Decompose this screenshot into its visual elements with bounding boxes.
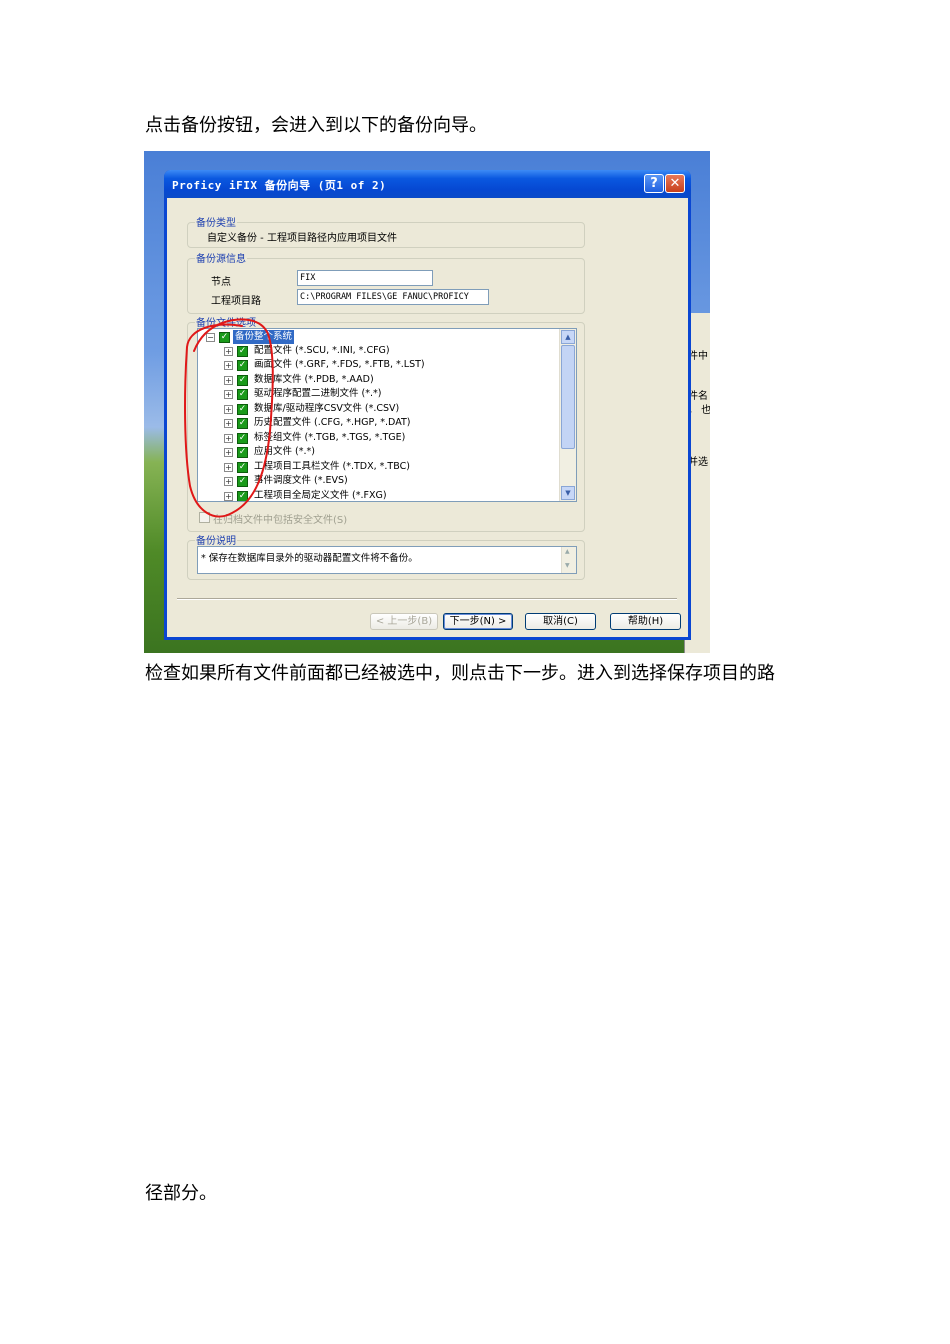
annotation-stroke (184, 318, 274, 518)
continuation-paragraph: 径部分。 (145, 1183, 217, 1204)
screenshot-figure: 件中 件名 ， 也 并选 Proficy iFIX 备份向导 (页1 of 2)… (144, 151, 710, 653)
check-paragraph: 检查如果所有文件前面都已经被选中，则点击下一步。进入到选择保存项目的路 (145, 663, 775, 684)
red-annotation-circle (184, 318, 274, 518)
intro-paragraph: 点击备份按钮，会进入到以下的备份向导。 (145, 115, 487, 136)
